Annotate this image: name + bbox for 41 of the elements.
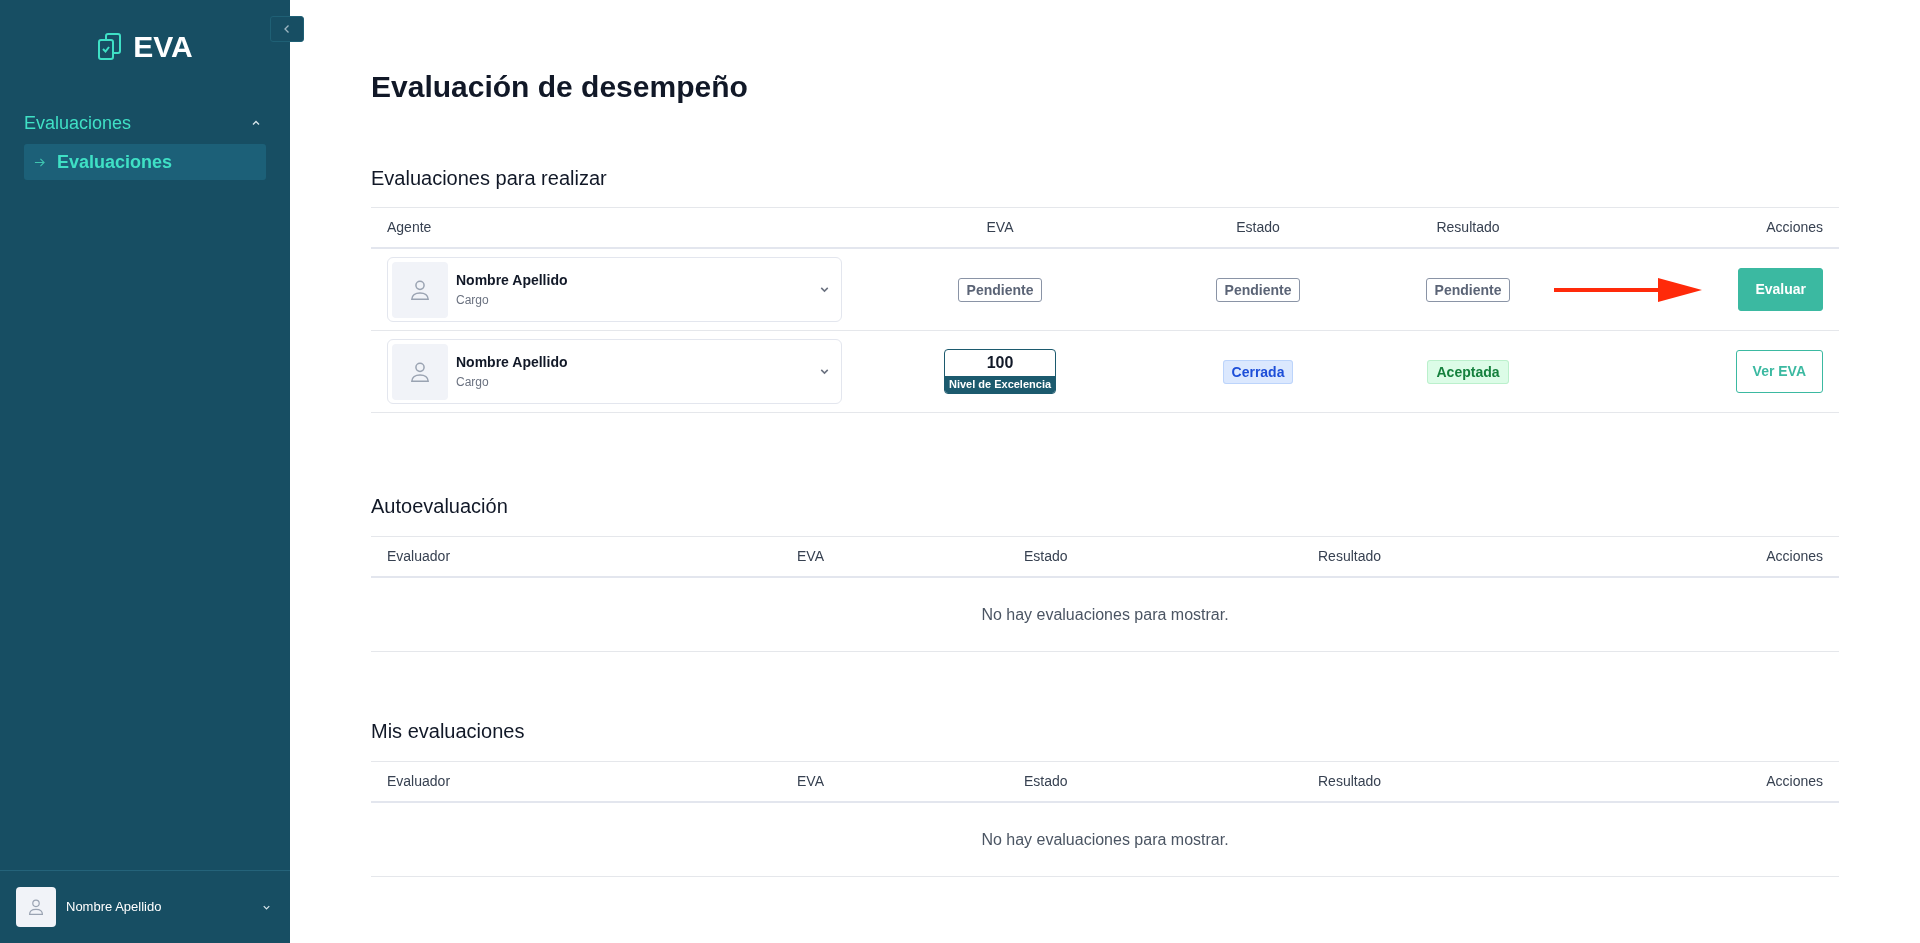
column-header: Acciones [1766,218,1824,237]
score-value: 100 [986,353,1014,373]
column-header: EVA [986,218,1014,237]
clipboard-icon [97,31,124,61]
column-header: EVA [797,547,824,566]
status-badge: Pendiente [1425,277,1511,302]
agent-role: Cargo [456,374,490,391]
status-badge: Aceptada [1427,359,1509,384]
column-header: Estado [1024,772,1068,791]
column-header: Resultado [1318,547,1382,566]
status-badge: Pendiente [957,277,1043,302]
column-header: EVA [797,772,824,791]
agent-name: Nombre Apellido [456,353,568,372]
column-header: Acciones [1766,547,1824,566]
nav-group[interactable]: Evaluaciones [24,108,266,138]
column-header: Agente [386,218,432,237]
empty-message: No hay evaluaciones para mostrar. [981,604,1229,625]
column-header: Resultado [1436,218,1500,237]
column-header: Acciones [1766,772,1824,791]
user-name: Nombre Apellido [66,898,162,917]
agent-role: Cargo [456,292,490,309]
section-title: Autoevaluación [371,494,509,519]
column-header: Estado [1236,218,1280,237]
status-badge: Cerrada [1222,359,1294,384]
column-header: Evaluador [386,547,451,566]
nav-item[interactable]: Evaluaciones [24,144,266,180]
app-logo: EVA [133,28,193,65]
agent-card[interactable]: Nombre Apellido Cargo [387,257,842,322]
column-header: Resultado [1318,772,1382,791]
column-header: Estado [1024,547,1068,566]
agent-card[interactable]: Nombre Apellido Cargo [387,339,842,404]
section-title: Mis evaluaciones [371,719,526,744]
collapse-button[interactable] [270,16,304,42]
empty-message: No hay evaluaciones para mostrar. [981,829,1229,850]
arrow-right-icon [34,156,45,168]
page-title: Evaluación de desempeño [371,69,749,105]
status-badge: Pendiente [1215,277,1301,302]
agent-name: Nombre Apellido [456,271,568,290]
score-label: Nivel de Excelencia [945,376,1055,393]
column-header: Evaluador [386,772,451,791]
section-title: Evaluaciones para realizar [371,166,608,191]
